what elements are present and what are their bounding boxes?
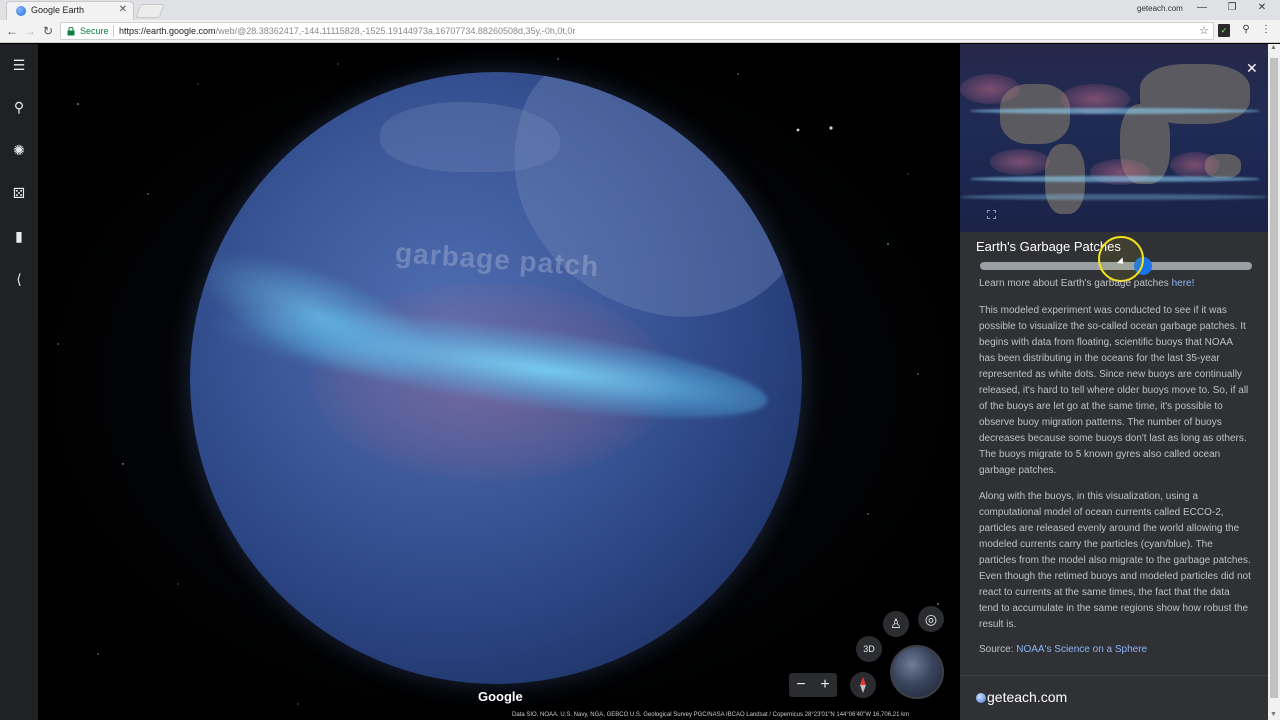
back-icon[interactable]: ←	[4, 24, 20, 38]
source-link[interactable]: NOAA's Science on a Sphere	[1016, 644, 1147, 655]
close-panel-button[interactable]: ✕	[1246, 60, 1258, 77]
compass-icon[interactable]	[850, 672, 876, 698]
world-map-thumbnail[interactable]: ✕	[960, 44, 1268, 232]
zoom-out-button[interactable]: −	[790, 675, 812, 695]
thumb-patch	[990, 149, 1050, 175]
learn-more-link[interactable]: here!	[1172, 278, 1195, 289]
restore-button[interactable]: ❐	[1222, 2, 1242, 13]
left-navigation-rail: ☰ ⚲ ✺ ⚄ ▮ ⟨	[0, 44, 38, 720]
google-earth-app: ☰ ⚲ ✺ ⚄ ▮ ⟨ garbage patch Google Data SI…	[0, 44, 1280, 720]
minimize-button[interactable]: —	[1192, 2, 1212, 13]
voyager-icon[interactable]: ✺	[9, 140, 29, 160]
description-paragraph-2: Along with the buoys, in this visualizat…	[979, 491, 1251, 630]
feeling-lucky-dice-icon[interactable]: ⚄	[9, 183, 29, 203]
thumb-particle-stream	[970, 108, 1260, 114]
share-icon[interactable]: ⟨	[9, 269, 29, 289]
zoom-in-button[interactable]: +	[814, 675, 836, 695]
panel-divider	[960, 675, 1268, 676]
kebab-menu-icon[interactable]: ⋮	[1260, 24, 1272, 37]
tab-close-icon[interactable]: ✕	[119, 4, 127, 15]
browser-toolbar: ← → ↻ Secure https://earth.google.com/we…	[0, 20, 1280, 43]
page-scrollbar[interactable]: ▲ ▼	[1268, 44, 1280, 720]
my-location-icon[interactable]: ◎	[918, 606, 944, 632]
browser-tab-bar: Google Earth ✕ geteach.com — ❐ ✕	[0, 0, 1280, 20]
map-attribution: Data SIO, NOAA, U.S. Navy, NGA, GEBCO U.…	[510, 710, 960, 720]
thumb-patch	[1170, 152, 1220, 178]
thumb-particle-stream	[960, 194, 1268, 200]
menu-icon[interactable]: ☰	[9, 55, 29, 75]
scroll-down-icon[interactable]: ▼	[1270, 711, 1277, 718]
google-earth-favicon-icon	[16, 6, 26, 16]
maps-pin-icon[interactable]: ⚲	[1240, 24, 1252, 37]
zoom-controls: − +	[789, 673, 837, 697]
tab-title: Google Earth	[31, 5, 85, 15]
fullscreen-icon[interactable]	[987, 210, 996, 219]
globe-logo-icon	[976, 693, 986, 703]
toggle-3d-button[interactable]: 3D	[856, 636, 882, 662]
knowledge-card-panel: ✕ Earth's Garbage Patches Learn more abo…	[960, 44, 1268, 720]
description-paragraph-1: This modeled experiment was conducted to…	[979, 305, 1249, 476]
earth-globe[interactable]: garbage patch	[190, 72, 802, 684]
scroll-thumb[interactable]	[1270, 58, 1278, 698]
bookmark-star-icon[interactable]: ☆	[1199, 24, 1209, 37]
thumb-patch	[960, 74, 1020, 104]
minimap-globe[interactable]	[890, 645, 944, 699]
geteach-watermark: geteach.com	[976, 689, 1067, 705]
reload-icon[interactable]: ↻	[40, 24, 56, 38]
pegman-icon[interactable]: ♙	[883, 611, 909, 637]
forward-icon[interactable]: →	[22, 24, 38, 38]
google-logo: Google	[478, 689, 523, 704]
thumb-land-eurasia	[1140, 64, 1250, 124]
lock-icon	[67, 27, 75, 36]
browser-user-label[interactable]: geteach.com	[1137, 4, 1183, 13]
search-icon[interactable]: ⚲	[9, 97, 29, 117]
url-bar[interactable]: Secure https://earth.google.com/web/@28.…	[60, 22, 1214, 40]
browser-tab[interactable]: Google Earth ✕	[6, 1, 134, 20]
secure-label: Secure	[80, 26, 109, 36]
learn-more-text: Learn more about Earth's garbage patches…	[979, 278, 1195, 289]
thumb-particle-stream	[970, 176, 1260, 182]
url-text[interactable]: https://earth.google.com/web/@28.3836241…	[119, 26, 575, 36]
tiny-extension-icon[interactable]: ✓	[1218, 24, 1230, 37]
url-separator	[113, 25, 114, 37]
scroll-up-icon[interactable]: ▲	[1270, 44, 1277, 51]
source-line: Source: NOAA's Science on a Sphere	[979, 644, 1148, 655]
window-close-button[interactable]: ✕	[1252, 2, 1272, 13]
projects-bookmark-icon[interactable]: ▮	[9, 226, 29, 246]
globe-viewport[interactable]: garbage patch Google Data SIO, NOAA, U.S…	[38, 44, 960, 720]
new-tab-button[interactable]	[135, 4, 165, 18]
